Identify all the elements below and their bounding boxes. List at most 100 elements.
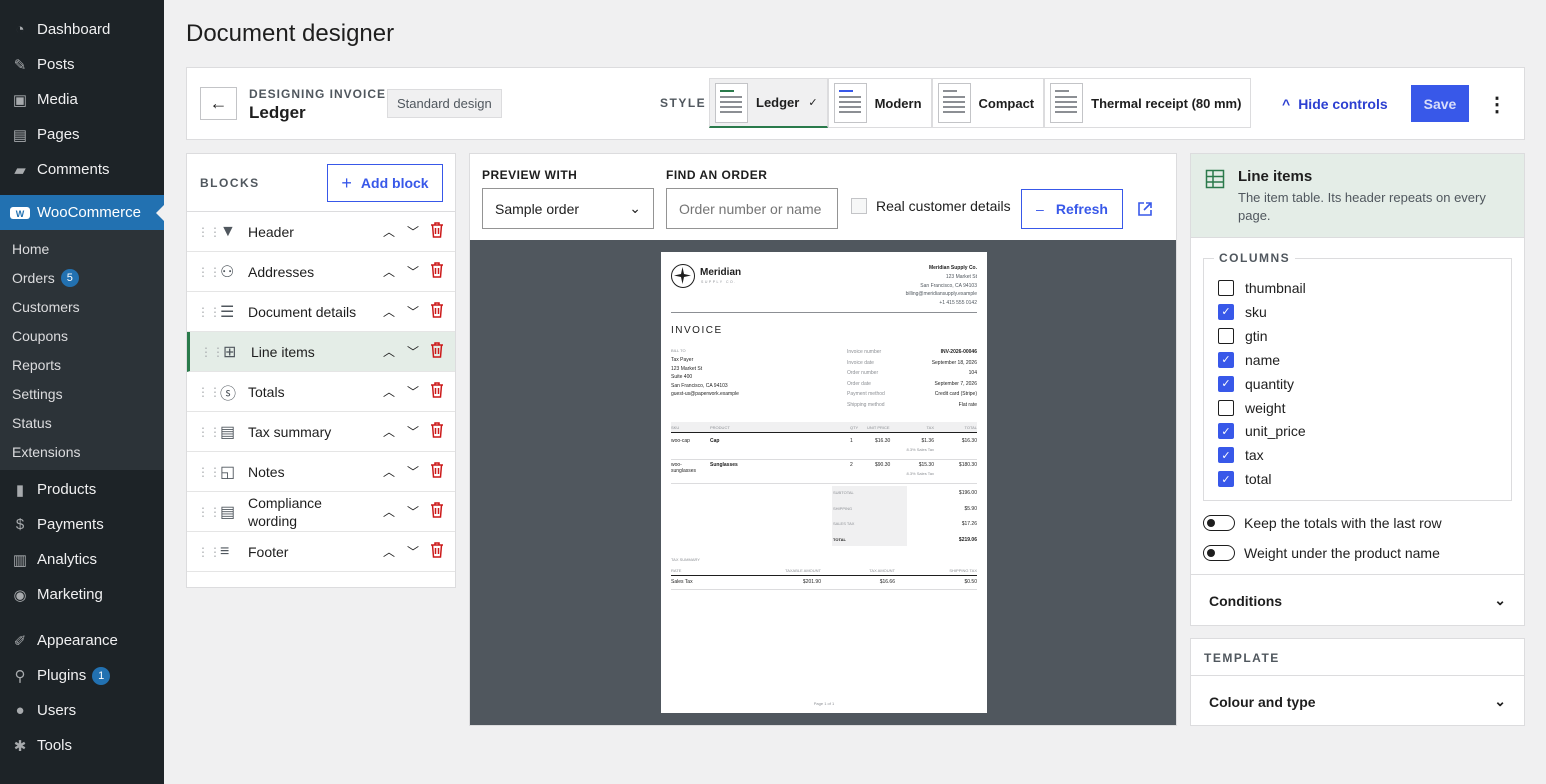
menu-appearance[interactable]: ✐ Appearance bbox=[0, 623, 164, 658]
submenu-extensions[interactable]: Extensions bbox=[0, 437, 164, 466]
block-row-header[interactable]: ⋮⋮ ▼ Header ︿ ﹀ bbox=[187, 212, 455, 252]
conditions-accordion[interactable]: Conditions ⌄ bbox=[1191, 574, 1524, 626]
drag-handle-icon[interactable]: ⋮⋮ bbox=[197, 225, 221, 239]
move-up-icon[interactable]: ︿ bbox=[381, 263, 397, 280]
submenu-reports[interactable]: Reports bbox=[0, 350, 164, 379]
block-row-footer[interactable]: ⋮⋮ ≡ Footer ︿ ﹀ bbox=[187, 532, 455, 572]
add-block-button[interactable]: + Add block bbox=[327, 164, 443, 202]
column-option-name[interactable]: ✓ name bbox=[1218, 351, 1280, 368]
style-option-ledger[interactable]: Ledger ✓ bbox=[709, 78, 828, 128]
move-down-icon[interactable]: ﹀ bbox=[405, 383, 421, 400]
move-down-icon[interactable]: ﹀ bbox=[405, 303, 421, 320]
submenu-home[interactable]: Home bbox=[0, 234, 164, 263]
menu-users[interactable]: ● Users bbox=[0, 693, 164, 728]
trash-icon[interactable] bbox=[429, 422, 445, 441]
find-order-input[interactable]: Order number or name bbox=[666, 188, 838, 229]
trash-icon[interactable] bbox=[429, 342, 445, 361]
checkbox[interactable]: ✓ bbox=[1218, 303, 1234, 320]
move-down-icon[interactable]: ﹀ bbox=[405, 543, 421, 560]
move-up-icon[interactable]: ︿ bbox=[381, 423, 397, 440]
move-down-icon[interactable]: ﹀ bbox=[405, 463, 421, 480]
column-option-unit_price[interactable]: ✓ unit_price bbox=[1218, 423, 1306, 440]
move-up-icon[interactable]: ︿ bbox=[381, 223, 397, 240]
menu-analytics[interactable]: ▥ Analytics bbox=[0, 542, 164, 577]
column-option-gtin[interactable]: gtin bbox=[1218, 327, 1268, 344]
menu-plugins[interactable]: ⚲ Plugins 1 bbox=[0, 658, 164, 693]
checkbox[interactable] bbox=[1218, 280, 1234, 296]
toggle-switch[interactable] bbox=[1203, 515, 1235, 531]
preview-with-select[interactable]: Sample order ⌄ bbox=[482, 188, 654, 229]
move-down-icon[interactable]: ﹀ bbox=[405, 223, 421, 240]
checkbox[interactable]: ✓ bbox=[1218, 423, 1234, 440]
submenu-coupons[interactable]: Coupons bbox=[0, 321, 164, 350]
block-row-tax-summary[interactable]: ⋮⋮ ▤ Tax summary ︿ ﹀ bbox=[187, 412, 455, 452]
menu-pages[interactable]: ▤ Pages bbox=[0, 117, 164, 152]
trash-icon[interactable] bbox=[429, 222, 445, 241]
menu-tools[interactable]: ✱ Tools bbox=[0, 728, 164, 763]
menu-posts[interactable]: ✎ Posts bbox=[0, 47, 164, 82]
checkbox[interactable]: ✓ bbox=[1218, 351, 1234, 368]
toggle-switch[interactable] bbox=[1203, 545, 1235, 561]
drag-handle-icon[interactable]: ⋮⋮ bbox=[197, 545, 221, 559]
block-row-line-items[interactable]: ⋮⋮ ⊞ Line items ︿ ﹀ bbox=[187, 332, 455, 372]
move-down-icon[interactable]: ﹀ bbox=[405, 343, 421, 360]
menu-comments[interactable]: ▰ Comments bbox=[0, 152, 164, 187]
move-down-icon[interactable]: ﹀ bbox=[405, 423, 421, 440]
trash-icon[interactable] bbox=[429, 542, 445, 561]
trash-icon[interactable] bbox=[429, 262, 445, 281]
style-option-modern[interactable]: Modern bbox=[827, 78, 932, 128]
checkbox[interactable]: ✓ bbox=[1218, 447, 1234, 464]
move-up-icon[interactable]: ︿ bbox=[381, 463, 397, 480]
external-link-icon[interactable] bbox=[1137, 201, 1153, 222]
submenu-customers[interactable]: Customers bbox=[0, 292, 164, 321]
checkbox[interactable] bbox=[1218, 327, 1234, 344]
trash-icon[interactable] bbox=[429, 502, 445, 521]
checkbox[interactable]: ✓ bbox=[1218, 471, 1234, 488]
drag-handle-icon[interactable]: ⋮⋮ bbox=[197, 465, 221, 479]
menu-marketing[interactable]: ◉ Marketing bbox=[0, 577, 164, 612]
submenu-orders[interactable]: Orders 5 bbox=[0, 263, 164, 292]
trash-icon[interactable] bbox=[429, 462, 445, 481]
move-up-icon[interactable]: ︿ bbox=[381, 343, 397, 360]
block-row-document-details[interactable]: ⋮⋮ ☰ Document details ︿ ﹀ bbox=[187, 292, 455, 332]
menu-dashboard[interactable]: ◔ Dashboard bbox=[0, 12, 164, 47]
block-row-totals[interactable]: ⋮⋮ ⓢ Totals ︿ ﹀ bbox=[187, 372, 455, 412]
save-button[interactable]: Save bbox=[1411, 85, 1469, 122]
back-button[interactable]: ← bbox=[200, 87, 237, 120]
style-option-thermal[interactable]: Thermal receipt (80 mm) bbox=[1044, 78, 1252, 128]
column-option-weight[interactable]: weight bbox=[1218, 399, 1285, 416]
hide-controls-button[interactable]: ^ Hide controls bbox=[1282, 96, 1388, 112]
move-up-icon[interactable]: ︿ bbox=[381, 503, 397, 520]
submenu-settings[interactable]: Settings bbox=[0, 379, 164, 408]
column-option-thumbnail[interactable]: thumbnail bbox=[1218, 280, 1306, 296]
move-down-icon[interactable]: ﹀ bbox=[405, 263, 421, 280]
more-options-icon[interactable]: ⋮ bbox=[1487, 92, 1507, 117]
submenu-status[interactable]: Status bbox=[0, 408, 164, 437]
toggle-keep-totals[interactable]: Keep the totals with the last row bbox=[1203, 515, 1442, 531]
trash-icon[interactable] bbox=[429, 382, 445, 401]
menu-media[interactable]: ▣ Media bbox=[0, 82, 164, 117]
column-option-sku[interactable]: ✓ sku bbox=[1218, 303, 1267, 320]
drag-handle-icon[interactable]: ⋮⋮ bbox=[197, 505, 221, 519]
drag-handle-icon[interactable]: ⋮⋮ bbox=[197, 265, 221, 279]
drag-handle-icon[interactable]: ⋮⋮ bbox=[197, 425, 221, 439]
block-row-compliance-wording[interactable]: ⋮⋮ ▤ Compliance wording ︿ ﹀ bbox=[187, 492, 455, 532]
column-option-tax[interactable]: ✓ tax bbox=[1218, 447, 1264, 464]
toggle-weight-under-name[interactable]: Weight under the product name bbox=[1203, 545, 1440, 561]
move-up-icon[interactable]: ︿ bbox=[381, 543, 397, 560]
block-row-notes[interactable]: ⋮⋮ ◱ Notes ︿ ﹀ bbox=[187, 452, 455, 492]
move-down-icon[interactable]: ﹀ bbox=[405, 503, 421, 520]
move-up-icon[interactable]: ︿ bbox=[381, 383, 397, 400]
style-option-compact[interactable]: Compact bbox=[931, 78, 1045, 128]
checkbox[interactable]: ✓ bbox=[1218, 375, 1234, 392]
checkbox[interactable] bbox=[851, 198, 867, 214]
column-option-quantity[interactable]: ✓ quantity bbox=[1218, 375, 1294, 392]
refresh-button[interactable]: – Refresh bbox=[1021, 189, 1123, 229]
column-option-total[interactable]: ✓ total bbox=[1218, 471, 1271, 488]
drag-handle-icon[interactable]: ⋮⋮ bbox=[200, 345, 224, 359]
real-customer-checkbox[interactable]: Real customer details bbox=[851, 198, 1011, 214]
menu-woocommerce[interactable]: W WooCommerce bbox=[0, 195, 164, 230]
trash-icon[interactable] bbox=[429, 302, 445, 321]
drag-handle-icon[interactable]: ⋮⋮ bbox=[197, 305, 221, 319]
colour-and-type-accordion[interactable]: Colour and type ⌄ bbox=[1191, 675, 1524, 727]
